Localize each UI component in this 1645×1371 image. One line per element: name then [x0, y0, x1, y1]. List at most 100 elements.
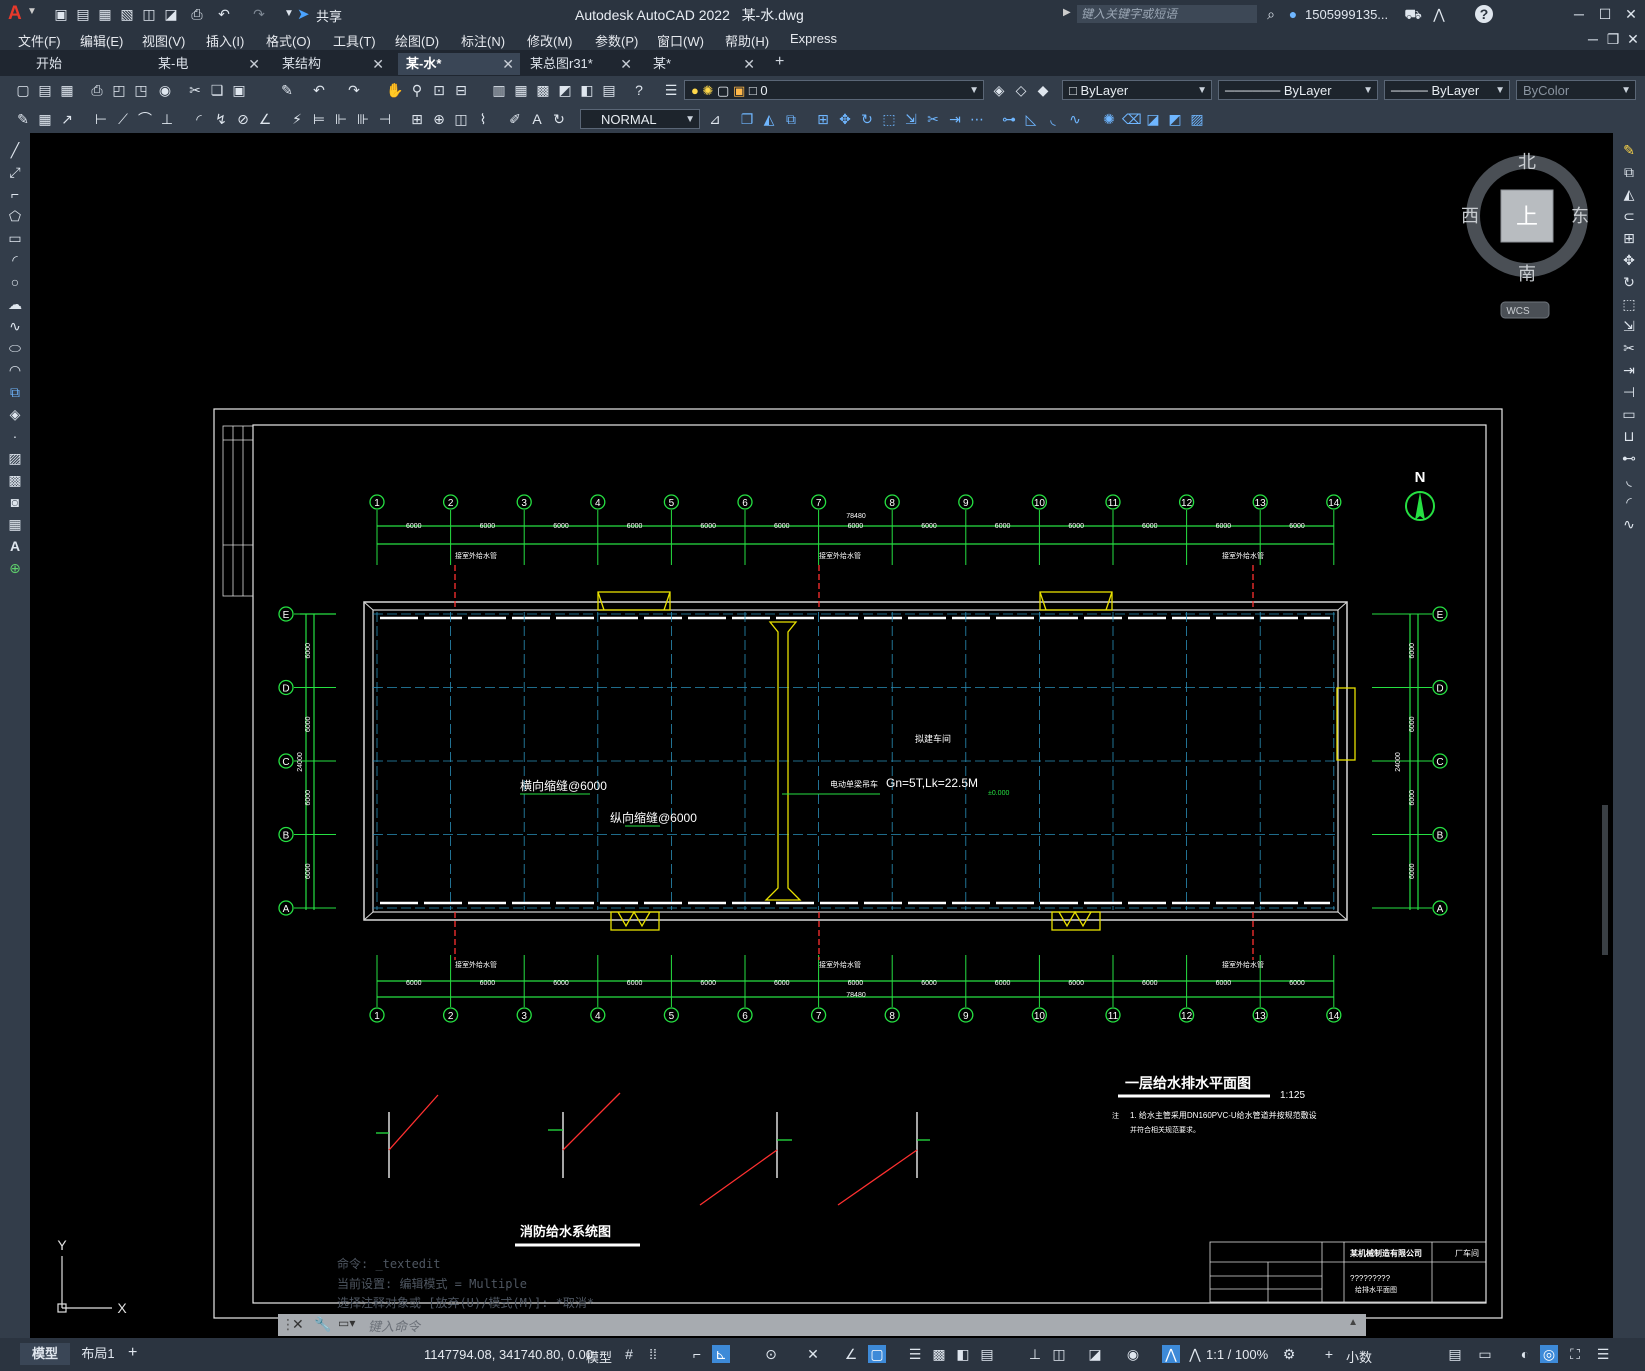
modify-pedit-icon[interactable]: ◪ [1144, 110, 1162, 128]
menu-modify[interactable]: 修改(M) [527, 31, 573, 50]
transparency-icon[interactable]: ▩ [930, 1345, 948, 1363]
break-icon[interactable]: ▭ [1620, 405, 1638, 423]
modify-stretch-icon[interactable]: ⇲ [902, 110, 920, 128]
table-icon[interactable]: ▦ [6, 515, 24, 533]
rotate-icon[interactable]: ↻ [1620, 273, 1638, 291]
add-selected-icon[interactable]: ⊕ [6, 559, 24, 577]
menu-dimension[interactable]: 标注(N) [461, 31, 505, 50]
preview-icon[interactable]: ◰ [110, 81, 128, 99]
save-icon[interactable]: ▦ [96, 5, 114, 23]
modify-erase-icon[interactable]: ⌫ [1122, 110, 1142, 128]
grid-icon[interactable]: # [620, 1345, 638, 1363]
menu-format[interactable]: 格式(O) [266, 31, 311, 50]
compass-east[interactable]: 东 [1571, 206, 1589, 226]
tab-start[interactable]: 开始 [28, 53, 144, 75]
publish-icon[interactable]: ◳ [132, 81, 150, 99]
calculator-icon[interactable]: ▤ [600, 81, 618, 99]
3dprint-icon[interactable]: ◉ [156, 81, 174, 99]
menu-express[interactable]: Express [790, 31, 837, 46]
trim-icon[interactable]: ✂ [1620, 339, 1638, 357]
share-icon[interactable]: ➤ [297, 5, 310, 23]
quick-dim-icon[interactable]: ⚡ [288, 110, 306, 128]
help-icon[interactable]: ? [630, 81, 648, 99]
gizmo-icon[interactable]: ◪ [1086, 1345, 1104, 1363]
properties-icon[interactable]: ▥ [490, 81, 508, 99]
dim-space-icon[interactable]: ⊪ [354, 110, 372, 128]
arc-length-icon[interactable]: ⌒ [136, 110, 154, 128]
linetype-dropdown[interactable]: ────── ByLayer ▼ [1218, 80, 1378, 100]
zoom-previous-icon[interactable]: ⊟ [452, 81, 470, 99]
add-layout-icon[interactable]: + [128, 1344, 137, 1362]
doc-restore-icon[interactable]: ❐ [1604, 30, 1622, 48]
tab-site-plan[interactable]: 某总图r31* ✕ [522, 53, 638, 75]
modify-copy-icon[interactable]: ❐ [738, 110, 756, 128]
annotation-scale[interactable]: 1:1 / 100% [1206, 1347, 1268, 1362]
doc-close-icon[interactable]: ✕ [1624, 30, 1642, 48]
modify-scale-icon[interactable]: ⬚ [880, 110, 898, 128]
minimize-icon[interactable]: ─ [1570, 5, 1588, 23]
share-button[interactable]: 共享 [316, 6, 342, 25]
drawing-canvas[interactable]: 上 北 南 东 西 WCS N 116000600022600060003360… [30, 133, 1613, 1338]
isodraft-icon[interactable]: ✕ [804, 1345, 822, 1363]
new-tab-icon[interactable]: + [775, 53, 784, 71]
break-at-point-icon[interactable]: ⊣ [1620, 383, 1638, 401]
insert-block-icon[interactable]: ⧉ [6, 383, 24, 401]
design-center-icon[interactable]: ▦ [512, 81, 530, 99]
tab-close-icon[interactable]: ✕ [248, 53, 260, 75]
tab-model[interactable]: 模型 [20, 1343, 70, 1365]
search-icon[interactable]: ⌕ [1262, 5, 1280, 23]
graphics-performance-icon[interactable]: ◎ [1540, 1345, 1558, 1363]
zoom-realtime-icon[interactable]: ⚲ [408, 81, 426, 99]
move-icon[interactable]: ✥ [1620, 251, 1638, 269]
workspace-gear-icon[interactable]: ⚙ [1280, 1345, 1298, 1363]
plotstyle-dropdown[interactable]: ByColor ▼ [1516, 80, 1636, 100]
arc-icon[interactable]: ◜ [6, 251, 24, 269]
polygon-icon[interactable]: ⬠ [6, 207, 24, 225]
modify-explode-icon[interactable]: ✺ [1100, 110, 1118, 128]
dimstyle-manager-icon[interactable]: ⊿ [706, 110, 724, 128]
modify-array-icon[interactable]: ⊞ [814, 110, 832, 128]
chamfer-icon[interactable]: ⊷ [1620, 449, 1638, 467]
model-space-toggle[interactable]: 模型 [586, 1347, 612, 1366]
save-web-icon[interactable]: ◪ [162, 5, 180, 23]
osnap-icon[interactable]: ▢ [868, 1345, 886, 1363]
quick-properties-icon[interactable]: ▤ [1446, 1345, 1464, 1363]
annotation-visibility-icon[interactable]: ⋀ [1162, 1345, 1180, 1363]
copy-icon[interactable]: ❏ [208, 81, 226, 99]
radius-dim-icon[interactable]: ◜ [190, 110, 208, 128]
offset-icon[interactable]: ⊂ [1620, 207, 1638, 225]
tab-layout1[interactable]: 布局1 [72, 1343, 124, 1365]
3d-osnap-icon[interactable]: ▤ [978, 1345, 996, 1363]
vertical-scrollbar[interactable] [1602, 805, 1608, 955]
tab-close-icon[interactable]: ✕ [502, 53, 514, 75]
dim-break-icon[interactable]: ⊣ [376, 110, 394, 128]
save-as-icon[interactable]: ▧ [118, 5, 136, 23]
region-icon[interactable]: ◙ [6, 493, 24, 511]
layer-previous-icon[interactable]: ◇ [1012, 81, 1030, 99]
modify-mirror-icon[interactable]: ◭ [760, 110, 778, 128]
diameter-dim-icon[interactable]: ⊘ [234, 110, 252, 128]
qnew-icon[interactable]: ▢ [14, 81, 32, 99]
user-icon[interactable]: ● [1284, 5, 1302, 23]
menu-draw[interactable]: 绘图(D) [395, 31, 439, 50]
jogged-linear-icon[interactable]: ⌇ [474, 110, 492, 128]
compass-south[interactable]: 南 [1518, 264, 1536, 284]
markup-icon[interactable]: ◧ [578, 81, 596, 99]
help-icon[interactable]: ? [1475, 5, 1493, 23]
aligned-dim-icon[interactable]: ⟋ [114, 110, 132, 128]
ortho-icon[interactable]: ⊾ [712, 1345, 730, 1363]
polyline-icon[interactable]: ⌐ [6, 185, 24, 203]
menu-tools[interactable]: 工具(T) [333, 31, 376, 50]
tab-close-icon[interactable]: ✕ [620, 53, 632, 75]
open-web-icon[interactable]: ◫ [140, 5, 158, 23]
maximize-icon[interactable]: ☐ [1596, 5, 1614, 23]
annotate-monitor-icon[interactable]: + [1320, 1345, 1338, 1363]
plot-icon[interactable]: ⎙ [188, 5, 206, 23]
center-mark-icon[interactable]: ⊕ [430, 110, 448, 128]
open-icon[interactable]: ▤ [36, 81, 54, 99]
menu-insert[interactable]: 插入(I) [206, 31, 244, 50]
save-icon[interactable]: ▦ [58, 81, 76, 99]
baseline-dim-icon[interactable]: ⊨ [310, 110, 328, 128]
scale-icon[interactable]: ⬚ [1620, 295, 1638, 313]
dim-update-icon[interactable]: ↻ [550, 110, 568, 128]
